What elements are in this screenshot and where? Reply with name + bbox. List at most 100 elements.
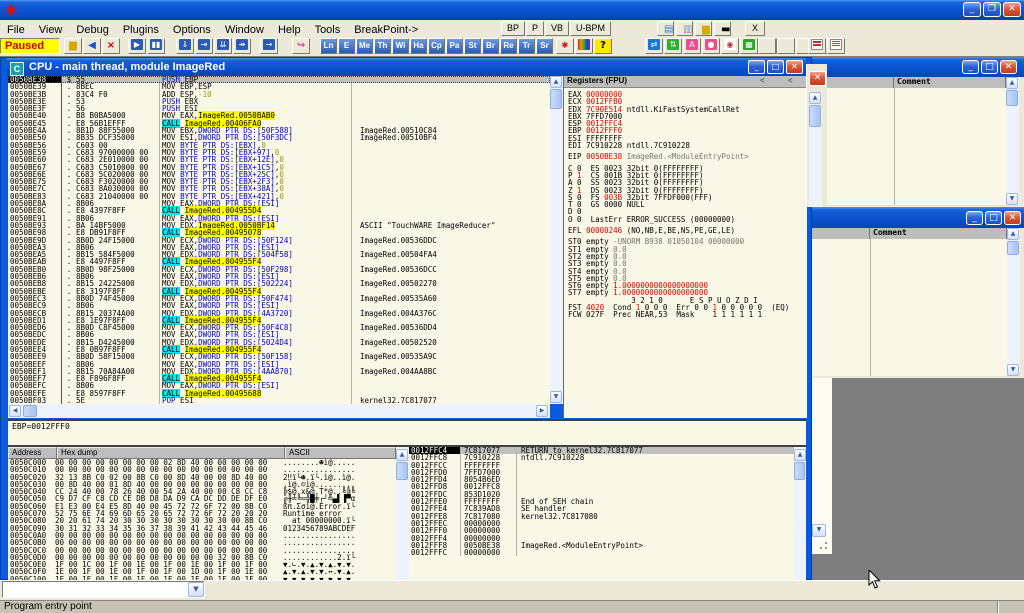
dump-vscrollbar[interactable]: ▲ — [396, 445, 409, 580]
view-me-button[interactable]: Me — [356, 38, 373, 54]
scroll-thumb[interactable] — [23, 405, 37, 417]
view-ha-button[interactable]: Ha — [410, 38, 427, 54]
register-line[interactable]: O 0 LastErr ERROR_SUCCESS (00000000) — [564, 216, 807, 223]
swap-arrows-icon[interactable]: ⇄ — [645, 38, 663, 54]
menu-tools[interactable]: Tools — [308, 22, 348, 36]
close-button[interactable]: ✕ — [809, 71, 826, 86]
menu-help[interactable]: Help — [271, 22, 308, 36]
register-line[interactable]: EFL 00000246 (NO,NB,E,BE,NS,PE,GE,LE) — [564, 227, 807, 234]
disasm-row[interactable]: 0050BE3B.83C4 F0ADD ESP,-10 — [8, 91, 550, 98]
registers-pane[interactable]: Registers (FPU) < < EAX 00000000ECX 0012… — [563, 76, 807, 418]
blank-button[interactable] — [758, 38, 776, 54]
updown-arrows-icon[interactable]: ⇅ — [664, 38, 682, 54]
menu-close-x-button[interactable]: X — [745, 21, 765, 36]
close-button[interactable]: ✕ — [1004, 211, 1021, 225]
menu-bp-button[interactable]: BP — [501, 21, 525, 36]
restart-icon[interactable]: ◀ — [83, 38, 101, 54]
menu-breakpoint[interactable]: BreakPoint-> — [347, 22, 425, 36]
menu-plugins[interactable]: Plugins — [116, 22, 166, 36]
disassembly-hscrollbar[interactable]: ◀ ▶ — [8, 404, 550, 418]
grid-icon[interactable]: ▦ — [740, 38, 758, 54]
animate-into-icon[interactable]: ⇊ — [214, 38, 232, 54]
resize-grip[interactable] — [816, 539, 830, 551]
maximize-button[interactable]: □ — [985, 211, 1002, 225]
scrollbar[interactable]: ▲ ▼ — [1006, 77, 1019, 205]
dump-pane[interactable]: Address Hex dump ASCII 0050C00000 00 00 … — [8, 445, 396, 580]
scroll-up-icon[interactable]: ▲ — [794, 449, 806, 461]
execute-till-return-icon[interactable]: → — [260, 38, 278, 54]
scroll-up-icon[interactable]: ▲ — [1007, 228, 1019, 240]
comment-window-2[interactable]: _ □ ✕ Comment ▲ ▼ — [810, 207, 1024, 378]
scroll-down-icon[interactable]: ▼ — [812, 524, 826, 537]
menu-vb-button[interactable]: VB — [545, 21, 569, 36]
maximize-button[interactable]: □ — [981, 60, 998, 74]
register-line[interactable]: EDI 7C910228 ntdll.7C910228 — [564, 142, 807, 149]
menu-p-button[interactable]: P — [526, 21, 544, 36]
console-icon[interactable]: ▬ — [714, 21, 731, 36]
blank-button[interactable] — [777, 38, 795, 54]
view-br-button[interactable]: Br — [482, 38, 499, 54]
scroll-down-icon[interactable]: ▼ — [550, 391, 562, 403]
view-st-button[interactable]: St — [464, 38, 481, 54]
register-line[interactable]: EIP 0050BE38 ImageRed.<ModuleEntryPoint> — [564, 153, 807, 160]
disasm-row[interactable]: 0050BEFE.E8 8597F8FFCALL ImageRed.004956… — [8, 390, 550, 397]
close-button[interactable]: ✕ — [1000, 60, 1017, 74]
scroll-right-icon[interactable]: ▶ — [536, 405, 548, 417]
pane-collapse-icon[interactable]: < — [788, 76, 793, 86]
scroll-down-icon[interactable]: ▼ — [1006, 193, 1018, 205]
scroll-thumb[interactable] — [1006, 90, 1018, 106]
animate-over-icon[interactable]: ↠ — [233, 38, 251, 54]
scroll-up-icon[interactable]: ▲ — [396, 449, 408, 461]
close-button[interactable]: ✕ — [786, 60, 803, 74]
register-line[interactable]: FCW 027F Prec NEAR,53 Mask 1 1 1 1 1 1 — [564, 311, 807, 318]
minimize-button[interactable]: _ — [966, 211, 983, 225]
scroll-thumb[interactable] — [396, 462, 408, 480]
menu-view[interactable]: View — [32, 22, 70, 36]
chevron-down-icon[interactable]: ▼ — [188, 582, 204, 597]
view-th-button[interactable]: Th — [374, 38, 391, 54]
options-gear-icon[interactable]: ∗ — [556, 38, 574, 54]
stack-row[interactable]: 0012FFFC00000000 — [409, 549, 794, 556]
view-e-button[interactable]: E — [338, 38, 355, 54]
scroll-thumb[interactable] — [1007, 241, 1019, 255]
minimize-button[interactable]: _ — [962, 60, 979, 74]
menu-window[interactable]: Window — [218, 22, 271, 36]
view-re-button[interactable]: Re — [500, 38, 517, 54]
step-over-icon[interactable]: ⇥ — [195, 38, 213, 54]
menu-u-bpm-button[interactable]: U-BPM — [570, 21, 611, 36]
step-into-icon[interactable]: ⇓ — [176, 38, 194, 54]
menu-debug[interactable]: Debug — [69, 22, 115, 36]
command-input[interactable] — [2, 581, 205, 598]
go-to-address-icon[interactable]: ↪ — [292, 38, 310, 54]
scroll-up-icon[interactable]: ▲ — [809, 92, 821, 104]
comment-window-1-body[interactable] — [812, 88, 1006, 205]
scroll-down-icon[interactable]: ▼ — [1007, 364, 1019, 376]
menu-options[interactable]: Options — [166, 22, 218, 36]
scroll-up-icon[interactable]: ▲ — [1006, 77, 1018, 89]
minimize-button[interactable]: _ — [963, 2, 981, 17]
close-program-icon[interactable]: × — [102, 38, 120, 54]
view-wi-button[interactable]: Wi — [392, 38, 409, 54]
restore-button[interactable]: ❐ — [983, 2, 1001, 17]
help-icon[interactable]: ? — [594, 38, 612, 54]
open-folder-icon[interactable]: ▆ — [695, 21, 712, 36]
panels-icon[interactable] — [808, 38, 826, 54]
view-sr-button[interactable]: Sr — [536, 38, 553, 54]
notes-icon[interactable]: ▥ — [676, 21, 693, 36]
column-header[interactable] — [810, 228, 870, 239]
view-ln-button[interactable]: Ln — [320, 38, 337, 54]
scroll-thumb[interactable] — [809, 105, 821, 127]
copy-document-icon[interactable]: ▤ — [657, 21, 674, 36]
assembler-icon[interactable]: A — [683, 38, 701, 54]
close-button[interactable]: ✕ — [1003, 2, 1021, 17]
appearance-icon[interactable] — [575, 38, 593, 54]
comment-window-1[interactable]: _ □ ✕ Comment ▲ ▼ — [812, 57, 1024, 207]
comment-window-2-body[interactable] — [810, 239, 1007, 376]
comment-column-header[interactable]: Comment — [870, 228, 1007, 239]
scroll-thumb[interactable] — [550, 89, 562, 109]
pane-collapse-icon[interactable]: < — [760, 76, 765, 86]
scrollbar[interactable]: ▲ ▼ — [1007, 228, 1020, 376]
maximize-button[interactable]: □ — [767, 60, 784, 74]
minimize-button[interactable]: _ — [748, 60, 765, 74]
disassembly-pane[interactable]: 0050BE38$55PUSH EBP0050BE39.8BECMOV EBP,… — [8, 76, 551, 404]
